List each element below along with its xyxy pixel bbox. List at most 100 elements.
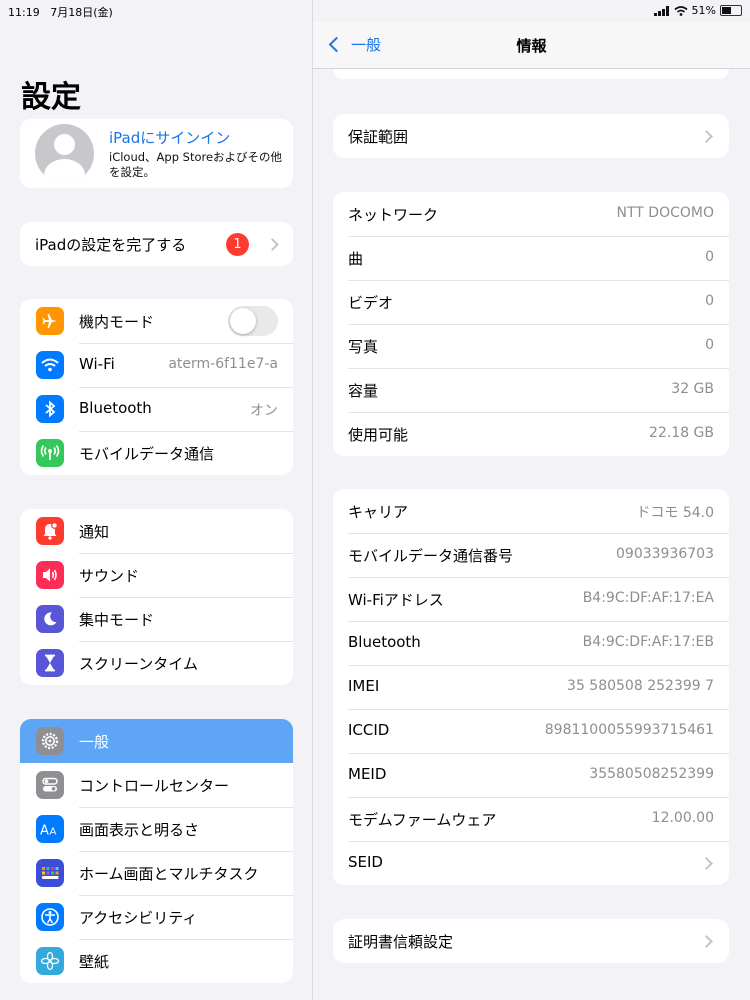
hourglass-icon — [36, 649, 64, 677]
settings-title: 設定 — [21, 80, 81, 115]
about-detail-pane: 一般 情報 保証範囲 ネットワーク NTT DOCOMO 曲0 ビデオ 0 写真 0 … — [313, 0, 750, 1000]
finish-setup-row[interactable]: iPadの設定を完了する 1 — [20, 222, 293, 266]
accessibility-icon — [36, 903, 64, 931]
info-row: Bluetooth B4:9C:DF:AF:17:EB — [333, 621, 729, 665]
info-row: 使用可能 22.18 GB — [333, 412, 729, 456]
status-bar: 11:19 7月18日(金) 51% — [0, 0, 750, 22]
sidebar-item-label: 通知 — [79, 523, 110, 541]
sidebar-item-label: サウンド — [79, 567, 140, 585]
chevron-right-icon — [266, 238, 279, 251]
notification-bell-icon — [36, 517, 64, 545]
cellular-icon — [36, 439, 64, 467]
speaker-icon — [36, 561, 64, 589]
row-label: ビデオ — [348, 294, 394, 312]
settings-sidebar: 設定 iPadにサインイン iCloud、App Storeおよびその他を設定。… — [0, 0, 313, 1000]
info-row: モデムファームウェア 12.00.00 — [333, 797, 729, 841]
info-row: ネットワーク NTT DOCOMO — [333, 192, 729, 236]
sidebar-item-general[interactable]: 一般 — [20, 719, 293, 763]
sidebar-item-label: 機内モード — [79, 313, 155, 331]
info-row: 写真 0 — [333, 324, 729, 368]
status-left: 11:19 7月18日(金) — [8, 4, 113, 20]
row-value: 0 — [705, 249, 714, 265]
info-row: MEID 35580508252399 — [333, 753, 729, 797]
sidebar-item-label: 画面表示と明るさ — [79, 821, 200, 839]
row-value: ドコモ 54.0 — [636, 505, 714, 521]
sidebar-item-focus[interactable]: 集中モード — [20, 597, 293, 641]
seid-row[interactable]: SEID — [333, 841, 729, 885]
row-label: モデムファームウェア — [348, 811, 497, 829]
sidebar-item-wifi[interactable]: Wi-Fi aterm-6f11e7-a — [20, 343, 293, 387]
row-label: MEID — [348, 765, 387, 783]
status-time: 11:19 — [8, 6, 40, 19]
device-identifiers-card: キャリア ドコモ 54.0 モバイルデータ通信番号 09033936703 Wi-F… — [333, 489, 729, 885]
sidebar-item-screen-time[interactable]: スクリーンタイム — [20, 641, 293, 685]
bluetooth-icon — [36, 395, 64, 423]
row-value: B4:9C:DF:AF:17:EA — [582, 590, 714, 606]
row-label: IMEI — [348, 677, 380, 695]
sidebar-item-label: ホーム画面とマルチタスク — [79, 865, 259, 883]
general-group: 一般 コントロールセンター AA 画面表示と明るさ ホーム画面とマルチタスク ア… — [20, 719, 293, 983]
sidebar-item-label: コントロールセンター — [79, 777, 230, 795]
chevron-right-icon — [700, 130, 713, 143]
battery-percent: 51% — [691, 4, 716, 17]
sidebar-item-label: 一般 — [79, 733, 110, 751]
airplane-icon — [36, 307, 64, 335]
row-label: ネットワーク — [348, 206, 439, 224]
sidebar-item-label: モバイルデータ通信 — [79, 445, 215, 463]
sidebar-item-home-screen[interactable]: ホーム画面とマルチタスク — [20, 851, 293, 895]
row-value: 12.00.00 — [651, 810, 714, 826]
sidebar-item-display[interactable]: AA 画面表示と明るさ — [20, 807, 293, 851]
sidebar-item-airplane-mode[interactable]: 機内モード — [20, 299, 293, 343]
row-label: 容量 — [348, 382, 379, 400]
sidebar-item-label: アクセシビリティ — [79, 909, 198, 927]
row-value: B4:9C:DF:AF:17:EB — [582, 634, 714, 650]
coverage-card: 保証範囲 — [333, 114, 729, 158]
cellular-signal-icon — [653, 5, 669, 16]
navigation-bar: 一般 情報 — [313, 22, 750, 69]
row-value: 0 — [705, 337, 714, 353]
bluetooth-status-value: オン — [250, 403, 278, 419]
sidebar-item-accessibility[interactable]: アクセシビリティ — [20, 895, 293, 939]
svg-text:A: A — [40, 824, 49, 838]
info-row: 容量 32 GB — [333, 368, 729, 412]
sidebar-item-label: スクリーンタイム — [79, 655, 198, 673]
row-value: 35 580508 252399 7 — [567, 678, 714, 694]
row-label: キャリア — [348, 503, 409, 521]
sidebar-item-label: Wi-Fi — [79, 355, 115, 373]
row-label: 証明書信頼設定 — [348, 933, 454, 951]
home-grid-icon — [36, 859, 64, 887]
connectivity-group: 機内モード Wi-Fi aterm-6f11e7-a Bluetooth オン … — [20, 299, 293, 475]
battery-icon — [720, 5, 742, 16]
previous-card-edge — [333, 69, 729, 79]
row-label: モバイルデータ通信番号 — [348, 547, 514, 565]
media-info-card: ネットワーク NTT DOCOMO 曲0 ビデオ 0 写真 0 容量 32 GB 使用可… — [333, 192, 729, 456]
sidebar-item-sounds[interactable]: サウンド — [20, 553, 293, 597]
page-title: 情報 — [516, 37, 547, 55]
notification-badge: 1 — [226, 233, 249, 256]
notifications-group: 通知 サウンド 集中モード スクリーンタイム — [20, 509, 293, 685]
row-label: Wi-Fiアドレス — [348, 591, 444, 609]
coverage-row[interactable]: 保証範囲 — [333, 114, 729, 158]
row-value: NTT DOCOMO — [616, 205, 714, 221]
wifi-network-value: aterm-6f11e7-a — [168, 356, 278, 372]
sidebar-item-cellular[interactable]: モバイルデータ通信 — [20, 431, 293, 475]
certificate-trust-row[interactable]: 証明書信頼設定 — [333, 919, 729, 963]
sidebar-item-bluetooth[interactable]: Bluetooth オン — [20, 387, 293, 431]
row-value: 22.18 GB — [649, 425, 714, 441]
airplane-mode-toggle[interactable] — [228, 306, 278, 336]
signin-subtitle: iCloud、App Storeおよびその他を設定。 — [109, 150, 283, 179]
sidebar-item-control-center[interactable]: コントロールセンター — [20, 763, 293, 807]
switches-icon — [36, 771, 64, 799]
info-row: ICCID 8981100055993715461 — [333, 709, 729, 753]
sidebar-item-label: 壁紙 — [79, 953, 110, 971]
info-row: モバイルデータ通信番号 09033936703 — [333, 533, 729, 577]
sidebar-item-notifications[interactable]: 通知 — [20, 509, 293, 553]
signin-card[interactable]: iPadにサインイン iCloud、App Storeおよびその他を設定。 — [20, 119, 293, 188]
flower-icon — [36, 947, 64, 975]
certificate-trust-card: 証明書信頼設定 — [333, 919, 729, 963]
info-row: ビデオ 0 — [333, 280, 729, 324]
sidebar-item-wallpaper[interactable]: 壁紙 — [20, 939, 293, 983]
row-label: SEID — [348, 853, 383, 871]
row-label: 写真 — [348, 338, 379, 356]
row-label: Bluetooth — [348, 633, 421, 651]
